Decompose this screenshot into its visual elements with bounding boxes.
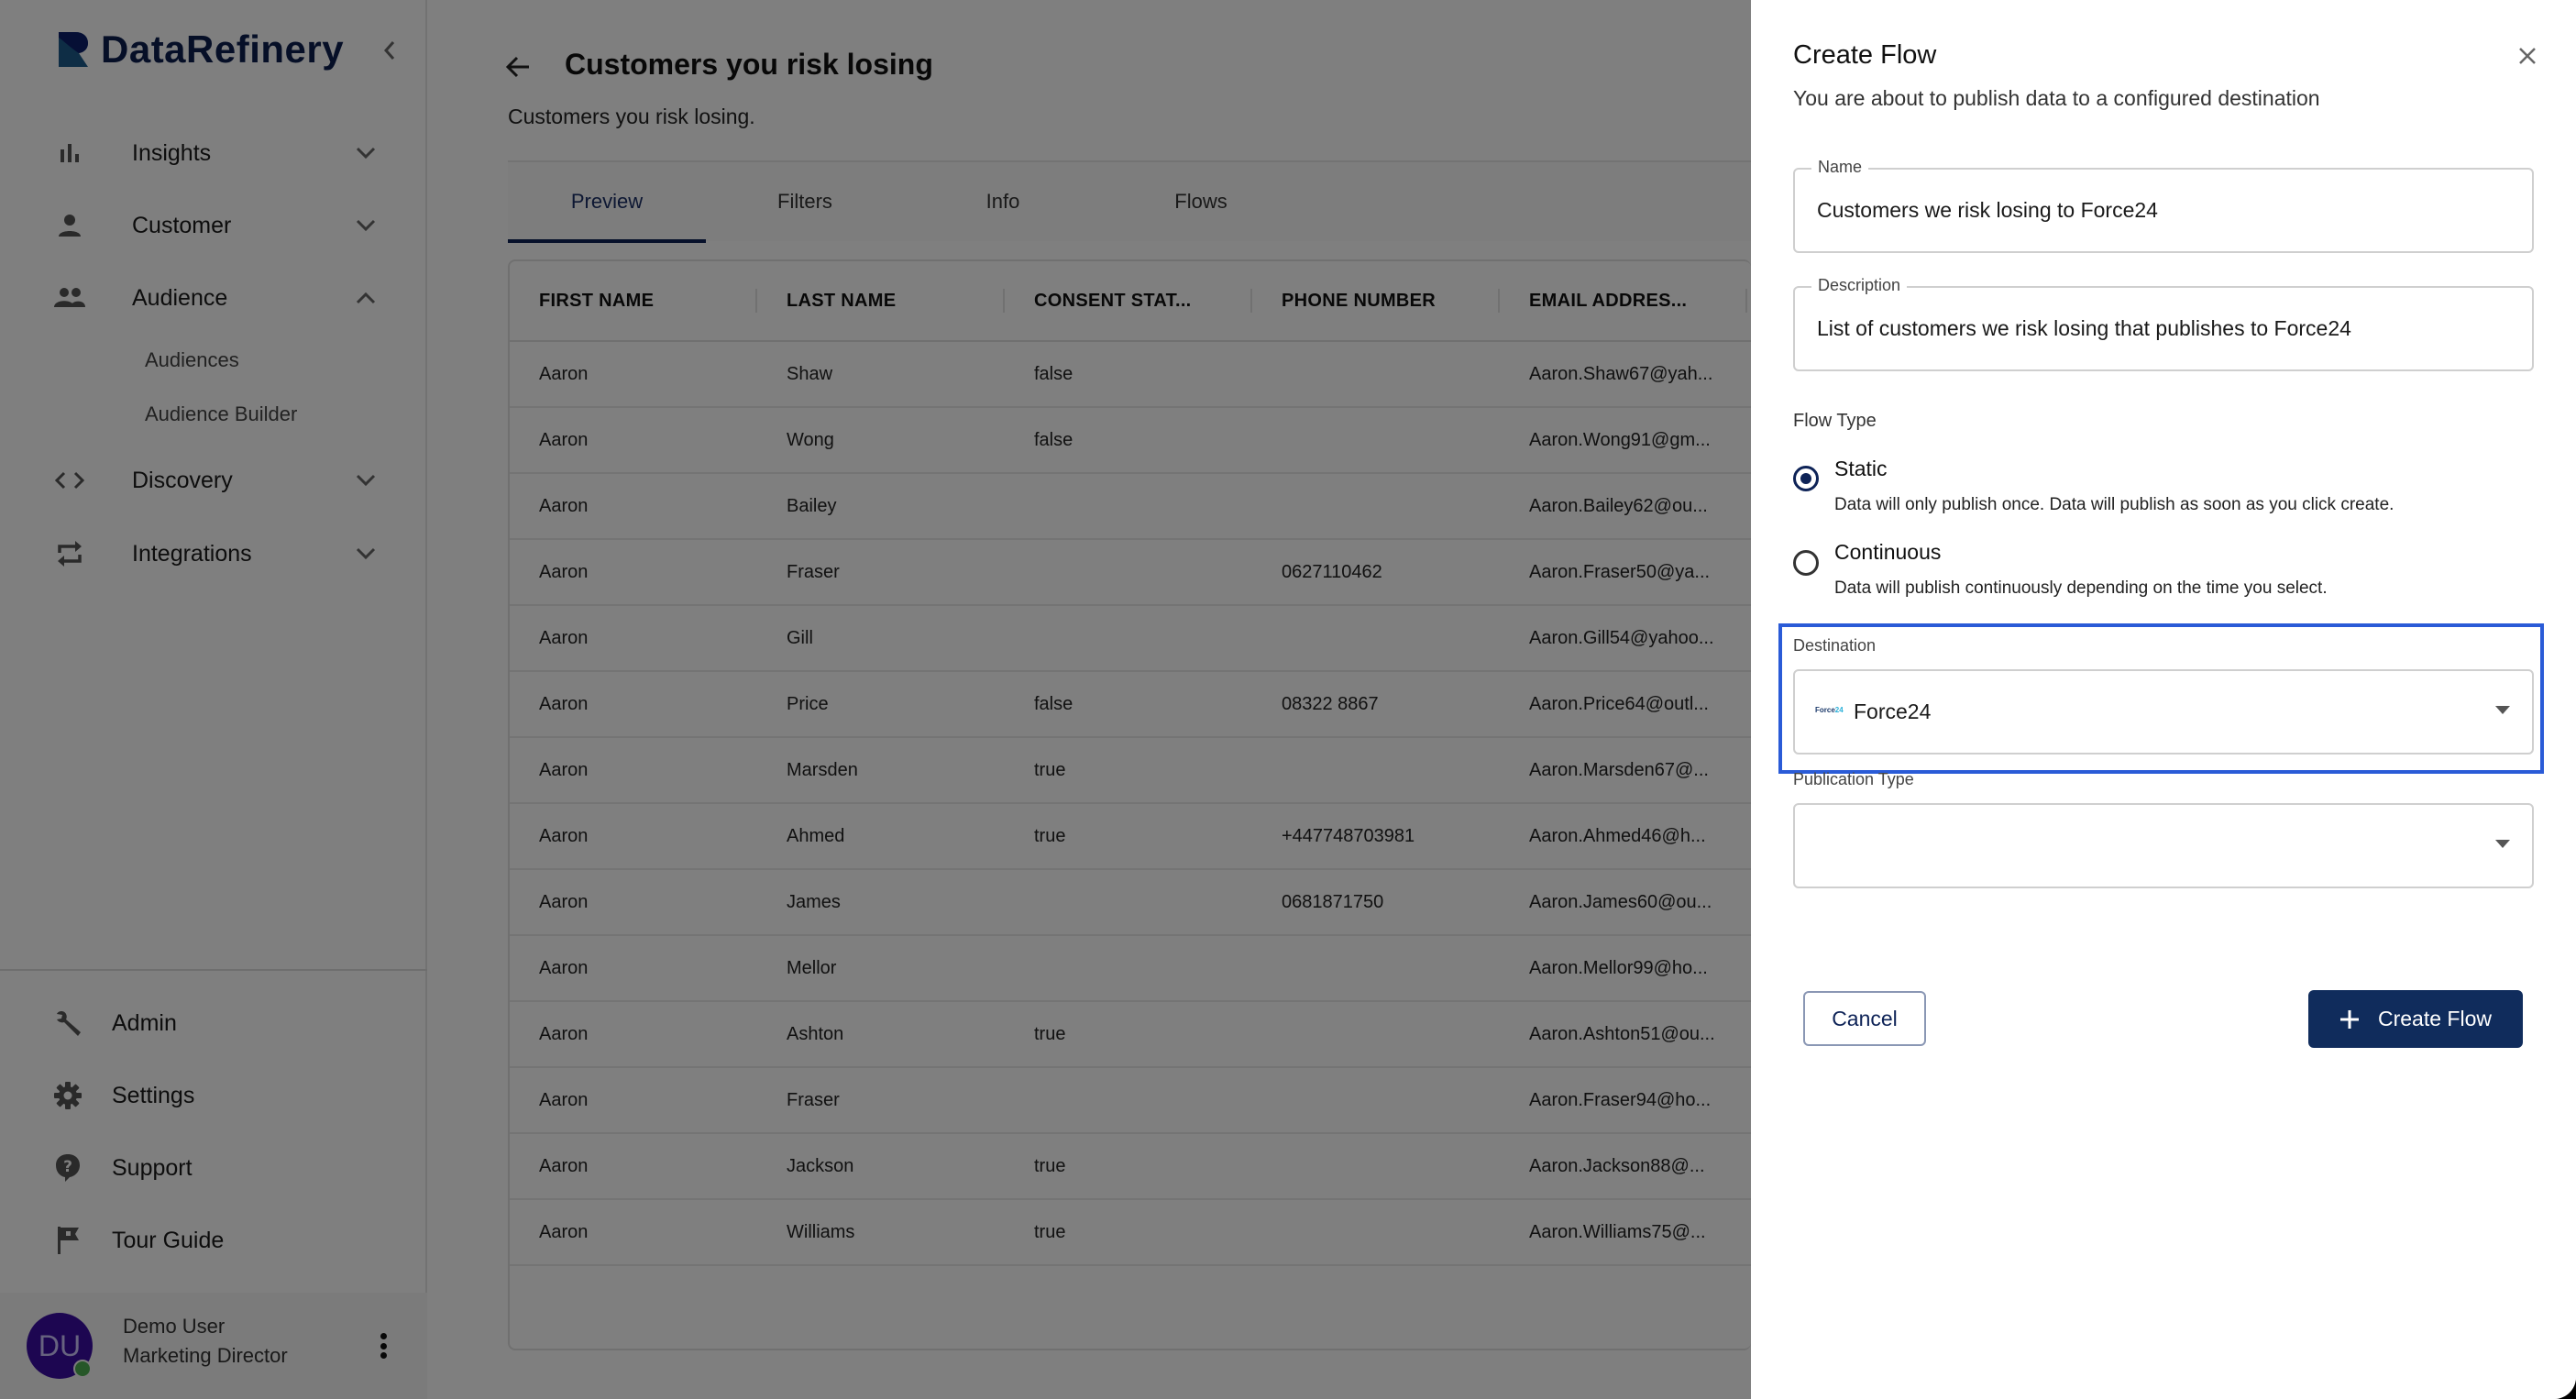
create-flow-label: Create Flow xyxy=(2378,1007,2492,1030)
dropdown-arrow-icon xyxy=(2495,706,2510,714)
description-field-value[interactable]: List of customers we risk losing that pu… xyxy=(1817,288,2351,369)
flow-type-label: Flow Type xyxy=(1793,411,1877,431)
radio-continuous-description: Data will publish continuously depending… xyxy=(1834,578,2328,598)
cancel-button[interactable]: Cancel xyxy=(1803,991,1926,1046)
plus-icon xyxy=(2340,1009,2359,1029)
name-field-value[interactable]: Customers we risk losing to Force24 xyxy=(1817,170,2158,251)
name-field[interactable]: Name Customers we risk losing to Force24 xyxy=(1793,158,2534,253)
close-button[interactable] xyxy=(2514,42,2541,70)
app-window: DataRefinery Insights Customer Audie xyxy=(0,0,2576,1399)
radio-static[interactable] xyxy=(1793,466,1819,491)
destination-select[interactable]: Force24 Force24 xyxy=(1793,669,2534,755)
publication-type-label: Publication Type xyxy=(1793,770,1914,788)
modal-backdrop[interactable] xyxy=(0,0,1751,1399)
destination-label: Destination xyxy=(1793,636,1877,655)
radio-continuous-label[interactable]: Continuous xyxy=(1834,540,1941,565)
radio-continuous[interactable] xyxy=(1793,550,1819,576)
radio-static-label[interactable]: Static xyxy=(1834,457,1888,481)
description-field[interactable]: Description List of customers we risk lo… xyxy=(1793,276,2534,371)
drawer-subtitle: You are about to publish data to a confi… xyxy=(1793,86,2320,110)
destination-value: Force24 xyxy=(1854,700,1932,723)
create-flow-drawer: Create Flow You are about to publish dat… xyxy=(1751,0,2576,1399)
close-icon xyxy=(2519,48,2536,64)
publication-type-select[interactable] xyxy=(1793,803,2534,888)
force24-logo: Force24 xyxy=(1815,706,1844,714)
create-flow-button[interactable]: Create Flow xyxy=(2308,990,2523,1048)
radio-static-description: Data will only publish once. Data will p… xyxy=(1834,495,2394,514)
dropdown-arrow-icon xyxy=(2495,840,2510,848)
drawer-title: Create Flow xyxy=(1793,40,1937,70)
